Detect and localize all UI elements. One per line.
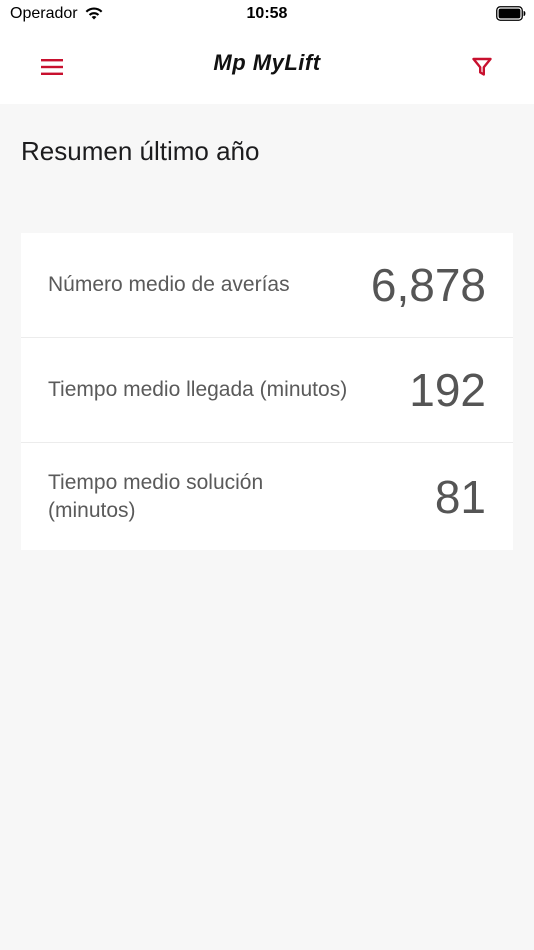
status-bar: Operador 10:58 [0,0,534,30]
navigation-bar: Mp MyLift [0,30,534,104]
stat-label: Número medio de averías [48,273,290,296]
stat-value: 6,878 [370,259,486,311]
stat-value: 81 [434,470,486,523]
summary-card: Número medio de averías 6,878 Tiempo med… [21,233,513,550]
stat-row-solution-time: Tiempo medio solución (minutos) 81 [21,443,513,550]
stat-row-breakdowns: Número medio de averías 6,878 [21,233,513,338]
app-logo: Mp MyLift [213,50,321,75]
stat-label: Tiempo medio llegada (minutos) [48,378,348,401]
stat-value: 192 [409,364,486,416]
stat-row-arrival-time: Tiempo medio llegada (minutos) 192 [21,338,513,443]
summary-title: Resumen último año [21,136,260,166]
battery-icon [496,6,526,21]
stat-label: Tiempo medio solución (minutos) [48,470,264,522]
filter-button[interactable] [462,48,502,86]
filter-funnel-icon [472,57,492,76]
status-time: 10:58 [246,5,288,22]
